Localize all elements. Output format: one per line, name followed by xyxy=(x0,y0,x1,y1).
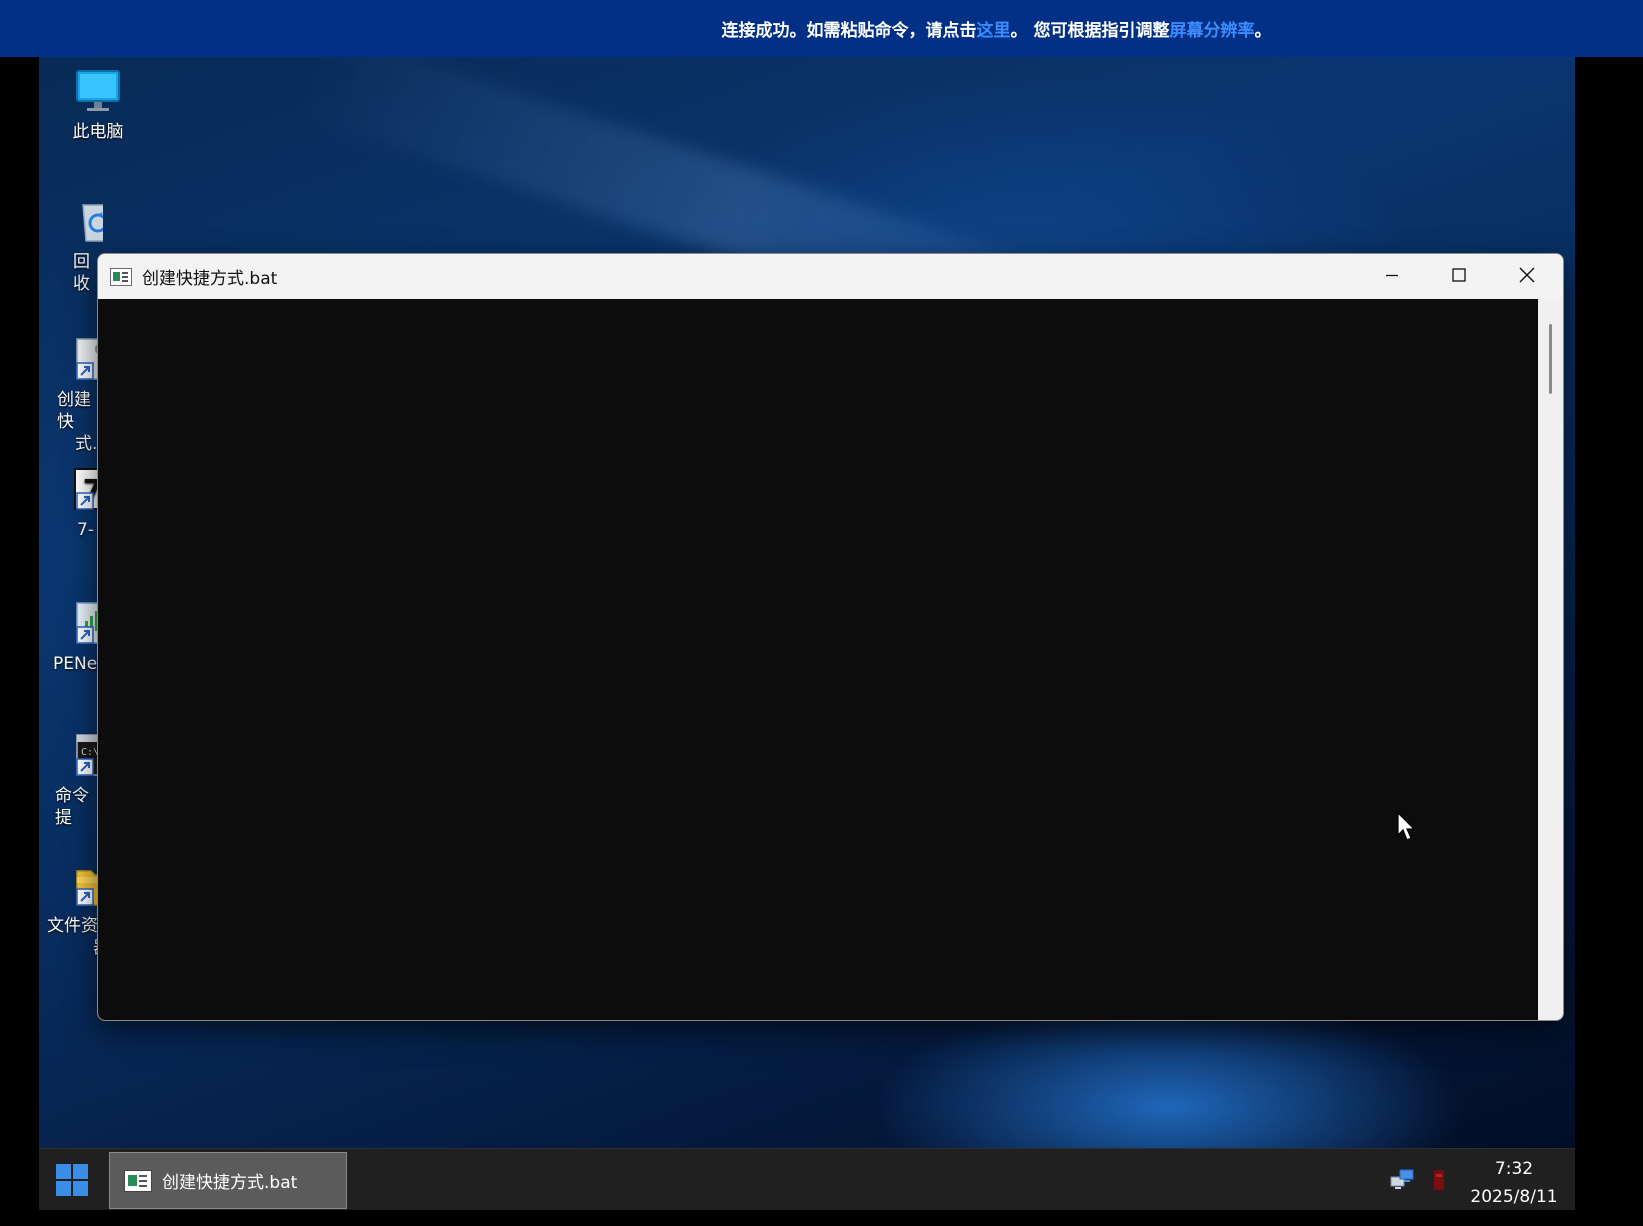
minimize-icon xyxy=(1384,267,1400,287)
recycle-bin-icon xyxy=(75,199,103,245)
banner-text-before: 连接成功。如需粘贴命令，请点击 xyxy=(721,21,977,41)
console-window[interactable]: 创建快捷方式.bat xyxy=(97,253,1564,1021)
maximize-button[interactable] xyxy=(1426,254,1492,299)
network-status-icon[interactable] xyxy=(1390,1169,1414,1191)
taskbar-item-label: 创建快捷方式.bat xyxy=(162,1173,298,1193)
desktop-icon-label: 7- xyxy=(77,520,94,540)
desktop-icon-label: 创建快 xyxy=(57,390,91,432)
console-app-icon xyxy=(124,1169,152,1192)
clock-date: 2025/8/11 xyxy=(1470,1187,1558,1207)
7zip-shortcut-icon: 7 xyxy=(73,467,98,513)
file-explorer-shortcut-icon xyxy=(73,863,98,909)
desktop-icon-7zip[interactable]: 7 7- xyxy=(43,467,98,541)
tray-app-icon[interactable] xyxy=(1432,1169,1446,1191)
banner-text-after: 。 xyxy=(1254,21,1272,41)
window-titlebar[interactable]: 创建快捷方式.bat xyxy=(98,254,1563,299)
desktop-icon-file-explorer[interactable]: 文件资 器 xyxy=(43,863,98,959)
svg-text:C:\: C:\ xyxy=(81,747,98,758)
close-button[interactable] xyxy=(1494,254,1560,299)
desktop-icon-recycle-bin[interactable]: 回收 xyxy=(43,199,103,295)
connection-banner: 连接成功。如需粘贴命令，请点击这里。 您可根据指引调整屏幕分辨率。 xyxy=(0,0,1643,57)
bat-shortcut-icon xyxy=(73,337,98,383)
mouse-pointer-icon xyxy=(1397,811,1417,846)
start-button[interactable] xyxy=(56,1164,88,1196)
cmd-shortcut-icon: C:\ xyxy=(73,733,98,779)
adjust-resolution-link[interactable]: 屏幕分辨率 xyxy=(1169,21,1254,41)
network-tool-shortcut-icon xyxy=(73,601,98,647)
desktop-icon-bat-shortcut[interactable]: 创建快 式. xyxy=(43,337,98,455)
console-app-icon xyxy=(110,267,132,286)
desktop-icon-label: 命令提 xyxy=(55,786,89,828)
banner-message: 连接成功。如需粘贴命令，请点击这里。 您可根据指引调整屏幕分辨率。 xyxy=(722,16,1272,41)
taskbar-clock[interactable]: 7:32 2025/8/11 xyxy=(1459,1155,1569,1211)
desktop-icon-label: 此电脑 xyxy=(72,122,124,142)
console-output-area[interactable] xyxy=(98,299,1538,1020)
scrollbar-thumb[interactable] xyxy=(1549,324,1552,394)
close-icon xyxy=(1518,266,1536,288)
window-title: 创建快捷方式.bat xyxy=(142,269,278,289)
desktop-icon-this-pc[interactable]: 此电脑 xyxy=(43,69,153,143)
console-scrollbar[interactable] xyxy=(1538,299,1563,1020)
desktop-icon-cmd[interactable]: C:\ 命令提 xyxy=(43,733,98,829)
taskbar: 创建快捷方式.bat 7:32 2025/8/11 xyxy=(39,1148,1575,1210)
screen: 连接成功。如需粘贴命令，请点击这里。 您可根据指引调整屏幕分辨率。 此电脑 回收… xyxy=(0,0,1643,1226)
taskbar-item-console[interactable]: 创建快捷方式.bat xyxy=(109,1152,347,1209)
desktop-icon-label-line2: 式. xyxy=(75,434,98,454)
desktop-icon-penetwork[interactable]: PENe xyxy=(43,601,98,675)
desktop-icon-label: 文件资 xyxy=(47,916,98,936)
clock-time: 7:32 xyxy=(1494,1159,1534,1179)
minimize-button[interactable] xyxy=(1359,254,1425,299)
paste-command-link[interactable]: 这里 xyxy=(977,21,1011,41)
desktop-icon-label: PENe xyxy=(53,654,98,674)
maximize-icon xyxy=(1451,267,1467,287)
banner-text-middle: 。 您可根据指引调整 xyxy=(1010,21,1170,41)
computer-icon xyxy=(75,69,121,115)
